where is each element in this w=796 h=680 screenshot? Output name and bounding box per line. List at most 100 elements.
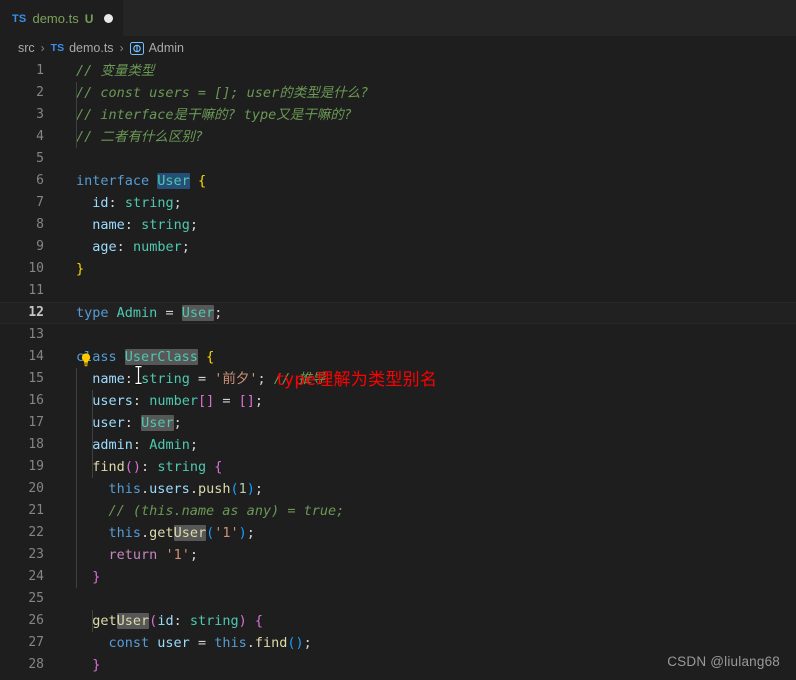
code-line-22[interactable]: 22 this.getUser('1'); xyxy=(0,522,796,544)
code-line-5[interactable]: 5 xyxy=(0,148,796,170)
line-number-2: 2 xyxy=(36,85,44,100)
code-content-27[interactable]: const user = this.find(); xyxy=(60,632,796,654)
code-content-16[interactable]: users: number[] = []; xyxy=(60,390,796,412)
line-number-5: 5 xyxy=(36,151,44,166)
code-editor[interactable]: 1 // 变量类型 2 // const users = []; user的类型是什么… xyxy=(0,60,796,680)
tab-label: demo.ts xyxy=(32,11,79,26)
indent-guide-getuser xyxy=(92,610,93,632)
code-line-20[interactable]: 20 this.users.push(1); xyxy=(0,478,796,500)
code-content-9[interactable]: age: number; xyxy=(60,236,796,258)
code-content-21[interactable]: // (this.name as any) = true; xyxy=(60,500,796,522)
code-line-13[interactable]: 13 xyxy=(0,324,796,346)
line-number-14: 14 xyxy=(28,349,44,364)
code-line-7[interactable]: 7 id: string; xyxy=(0,192,796,214)
code-content-22[interactable]: this.getUser('1'); xyxy=(60,522,796,544)
code-content-23[interactable]: return '1'; xyxy=(60,544,796,566)
code-line-3[interactable]: 3 // interface是干嘛的? type又是干嘛的? xyxy=(0,104,796,126)
code-line-12[interactable]: 12 type Admin = User; xyxy=(0,302,796,324)
code-line-10[interactable]: 10} xyxy=(0,258,796,280)
code-line-27[interactable]: 27 const user = this.find(); xyxy=(0,632,796,654)
line-number-20: 20 xyxy=(28,481,44,496)
interface-symbol-icon xyxy=(129,41,144,55)
code-line-19[interactable]: 19 find(): string { xyxy=(0,456,796,478)
csdn-watermark: CSDN @liulang68 xyxy=(667,654,780,669)
line-number-19: 19 xyxy=(28,459,44,474)
code-content-3[interactable]: // interface是干嘛的? type又是干嘛的? xyxy=(60,104,796,126)
line-number-9: 9 xyxy=(36,239,44,254)
code-content-26[interactable]: getUser(id: string) { xyxy=(60,610,796,632)
line-number-7: 7 xyxy=(36,195,44,210)
code-line-4[interactable]: 4 // 二者有什么区别? xyxy=(0,126,796,148)
typescript-file-icon: TS xyxy=(12,12,27,25)
code-content-19[interactable]: find(): string { xyxy=(60,456,796,478)
line-number-13: 13 xyxy=(28,327,44,342)
line-number-4: 4 xyxy=(36,129,44,144)
lightbulb-code-action-icon[interactable] xyxy=(78,352,94,368)
tabbar-empty-space xyxy=(123,0,796,36)
code-content-6[interactable]: interface User { xyxy=(60,170,796,192)
code-content-20[interactable]: this.users.push(1); xyxy=(60,478,796,500)
code-content-8[interactable]: name: string; xyxy=(60,214,796,236)
breadcrumb-label-demo-ts: demo.ts xyxy=(69,41,114,55)
line-number-15: 15 xyxy=(28,371,44,386)
code-line-26[interactable]: 26 getUser(id: string) { xyxy=(0,610,796,632)
code-content-10[interactable]: } xyxy=(60,258,796,280)
code-line-8[interactable]: 8 name: string; xyxy=(0,214,796,236)
code-content-2[interactable]: // const users = []; user的类型是什么? xyxy=(60,82,796,104)
code-line-25[interactable]: 25 xyxy=(0,588,796,610)
line-number-10: 10 xyxy=(28,261,44,276)
code-line-23[interactable]: 23 return '1'; xyxy=(0,544,796,566)
line-number-27: 27 xyxy=(28,635,44,650)
code-line-11[interactable]: 11 xyxy=(0,280,796,302)
breadcrumb-item-demo-ts[interactable]: TS demo.ts xyxy=(51,41,114,55)
line-number-16: 16 xyxy=(28,393,44,408)
line-number-23: 23 xyxy=(28,547,44,562)
breadcrumb: src › TS demo.ts › Admin xyxy=(0,36,796,60)
line-number-11: 11 xyxy=(28,283,44,298)
code-content-24[interactable]: } xyxy=(60,566,796,588)
line-number-25: 25 xyxy=(28,591,44,606)
code-line-6[interactable]: 6 interface User { xyxy=(0,170,796,192)
breadcrumb-item-src[interactable]: src xyxy=(18,41,35,55)
indent-guide-find xyxy=(92,390,93,478)
code-content-1[interactable]: // 变量类型 xyxy=(60,60,796,82)
chevron-right-icon: › xyxy=(40,41,45,55)
breadcrumb-label-src: src xyxy=(18,41,35,55)
typescript-file-icon: TS xyxy=(50,42,65,54)
code-line-1[interactable]: 1 // 变量类型 xyxy=(0,60,796,82)
code-line-18[interactable]: 18 admin: Admin; xyxy=(0,434,796,456)
chevron-right-icon-2: › xyxy=(119,41,124,55)
line-number-1: 1 xyxy=(36,63,44,78)
line-number-17: 17 xyxy=(28,415,44,430)
code-line-17[interactable]: 17 user: User; xyxy=(0,412,796,434)
code-line-2[interactable]: 2 // const users = []; user的类型是什么? xyxy=(0,82,796,104)
code-content-18[interactable]: admin: Admin; xyxy=(60,434,796,456)
vscode-window: TS demo.ts U src › TS demo.ts › Admin 1 … xyxy=(0,0,796,680)
editor-tabbar: TS demo.ts U xyxy=(0,0,796,36)
code-content-7[interactable]: id: string; xyxy=(60,192,796,214)
code-line-21[interactable]: 21 // (this.name as any) = true; xyxy=(0,500,796,522)
breadcrumb-label-admin: Admin xyxy=(148,41,184,55)
code-content-12[interactable]: type Admin = User; xyxy=(60,302,796,324)
tab-git-status-badge: U xyxy=(84,11,94,26)
line-number-8: 8 xyxy=(36,217,44,232)
code-line-9[interactable]: 9 age: number; xyxy=(0,236,796,258)
code-line-24[interactable]: 24 } xyxy=(0,566,796,588)
indent-guide-class xyxy=(76,368,77,588)
breadcrumb-item-admin[interactable]: Admin xyxy=(129,41,184,55)
line-number-26: 26 xyxy=(28,613,44,628)
code-content-4[interactable]: // 二者有什么区别? xyxy=(60,126,796,148)
code-content-17[interactable]: user: User; xyxy=(60,412,796,434)
red-annotation-text: type理解为类型别名 xyxy=(277,370,438,390)
line-number-21: 21 xyxy=(28,503,44,518)
line-number-6: 6 xyxy=(36,173,44,188)
line-number-24: 24 xyxy=(28,569,44,584)
line-number-3: 3 xyxy=(36,107,44,122)
filled-circle-icon[interactable] xyxy=(104,14,114,23)
editor-tab-demo-ts[interactable]: TS demo.ts U xyxy=(0,0,124,36)
line-number-18: 18 xyxy=(28,437,44,452)
code-line-16[interactable]: 16 users: number[] = []; xyxy=(0,390,796,412)
line-number-12: 12 xyxy=(28,305,44,320)
indent-guide-interface xyxy=(76,82,77,148)
line-number-22: 22 xyxy=(28,525,44,540)
